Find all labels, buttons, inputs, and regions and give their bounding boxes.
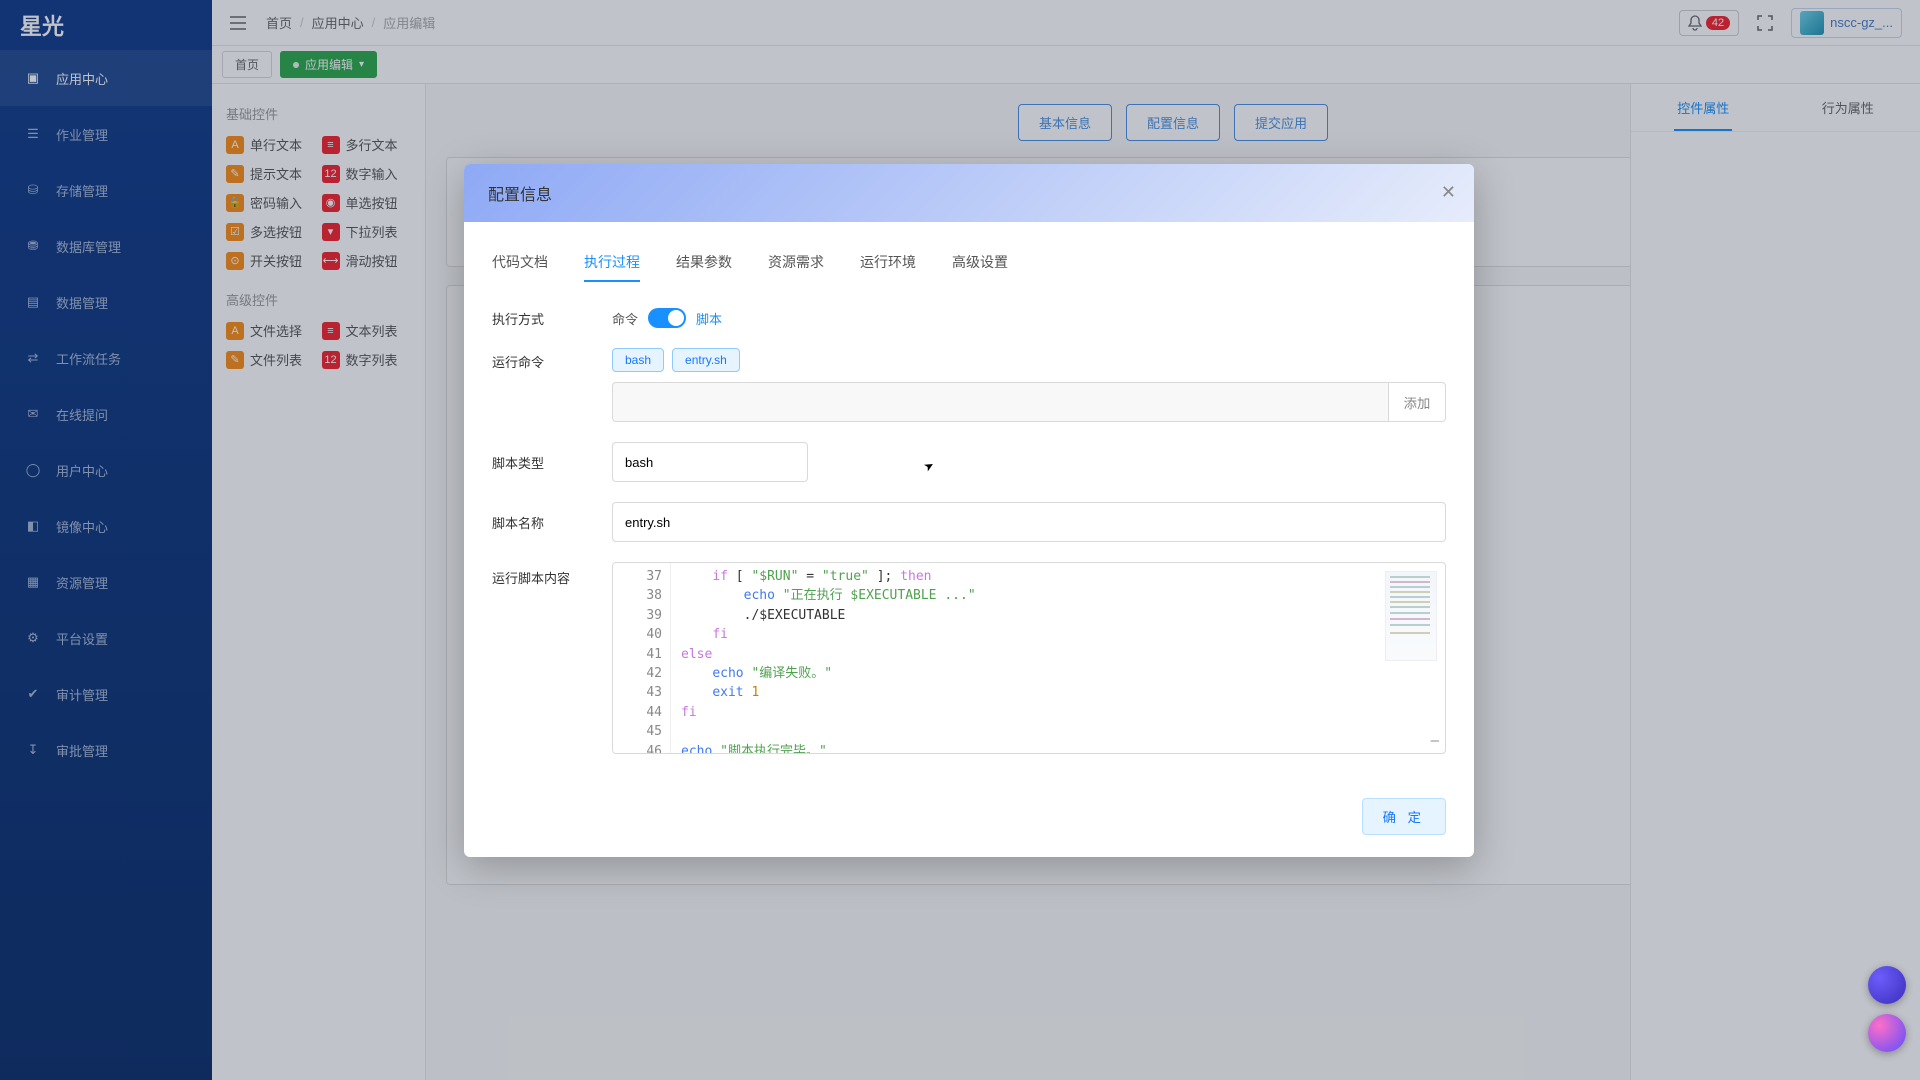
exec-mode-left: 命令 xyxy=(612,309,638,328)
exec-mode-toggle[interactable] xyxy=(648,308,686,328)
editor-resize-handle[interactable]: — xyxy=(1431,733,1439,749)
modal-tabs: 代码文档执行过程结果参数资源需求运行环境高级设置 xyxy=(492,246,1446,286)
editor-minimap[interactable] xyxy=(1385,571,1437,661)
modal-tab-4[interactable]: 运行环境 xyxy=(860,246,916,286)
modal-tab-5[interactable]: 高级设置 xyxy=(952,246,1008,286)
exec-mode-label: 执行方式 xyxy=(492,309,612,328)
float-action-2[interactable] xyxy=(1868,1014,1906,1052)
modal-tab-1[interactable]: 执行过程 xyxy=(584,246,640,286)
cmd-chip[interactable]: entry.sh xyxy=(672,348,740,372)
float-action-1[interactable] xyxy=(1868,966,1906,1004)
modal-title: 配置信息 xyxy=(488,181,552,205)
modal-tab-2[interactable]: 结果参数 xyxy=(676,246,732,286)
modal-tab-3[interactable]: 资源需求 xyxy=(768,246,824,286)
script-name-label: 脚本名称 xyxy=(492,513,612,532)
run-cmd-input[interactable] xyxy=(612,382,1388,422)
ok-button[interactable]: 确 定 xyxy=(1362,798,1446,835)
exec-mode-right: 脚本 xyxy=(696,309,722,328)
script-type-input[interactable] xyxy=(612,442,808,482)
script-content-label: 运行脚本内容 xyxy=(492,562,612,587)
close-icon[interactable]: ✕ xyxy=(1441,182,1456,203)
config-modal: 配置信息 ✕ 代码文档执行过程结果参数资源需求运行环境高级设置 执行方式 命令 … xyxy=(464,164,1474,857)
code-editor[interactable]: 37383940414243444546 if [ "$RUN" = "true… xyxy=(612,562,1446,754)
modal-header: 配置信息 ✕ xyxy=(464,164,1474,222)
add-cmd-button[interactable]: 添加 xyxy=(1388,382,1446,422)
editor-code[interactable]: if [ "$RUN" = "true" ]; then echo "正在执行 … xyxy=(671,563,1445,753)
cmd-chip[interactable]: bash xyxy=(612,348,664,372)
modal-tab-0[interactable]: 代码文档 xyxy=(492,246,548,286)
run-cmd-label: 运行命令 xyxy=(492,348,612,371)
script-name-input[interactable] xyxy=(612,502,1446,542)
script-type-label: 脚本类型 xyxy=(492,453,612,472)
editor-gutter: 37383940414243444546 xyxy=(613,563,671,753)
